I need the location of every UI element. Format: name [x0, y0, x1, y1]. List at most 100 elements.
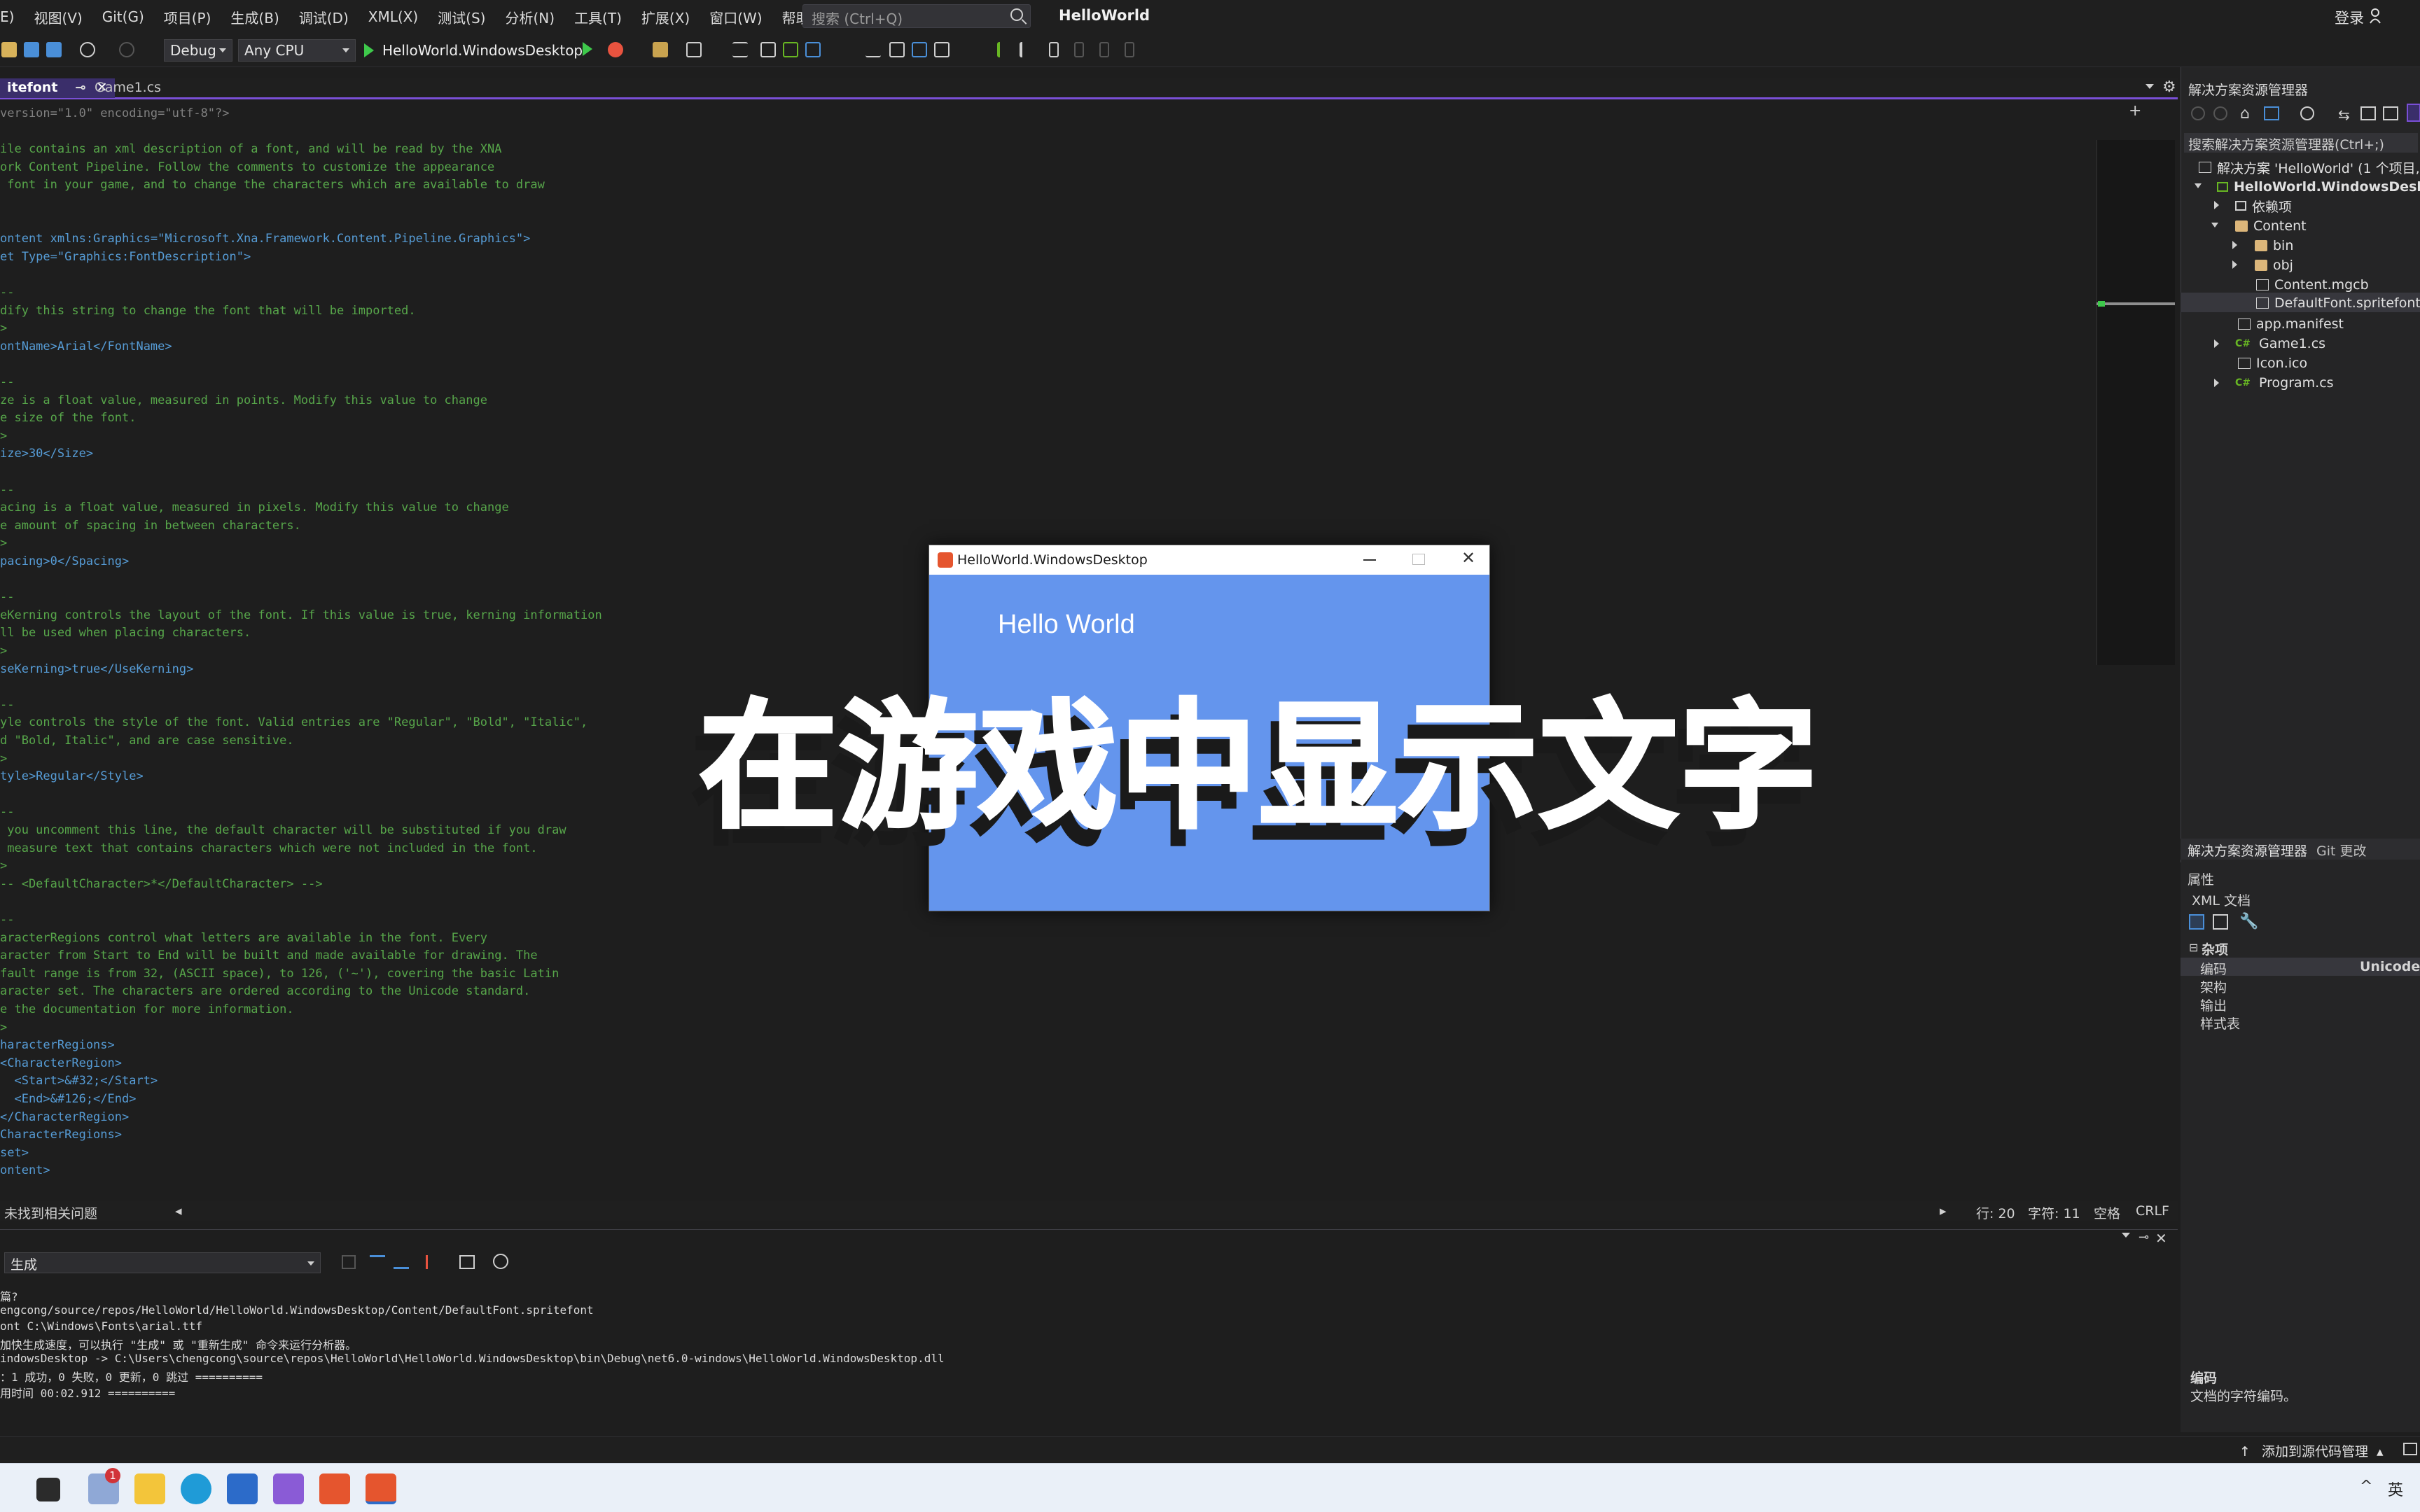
code-line[interactable]: <End>&#126;</End> — [0, 1092, 136, 1106]
tree-program-cs[interactable]: C# Program.cs — [2235, 374, 2334, 392]
split-add-icon[interactable]: + — [2129, 102, 2141, 120]
pin-icon[interactable]: ⊸ — [75, 80, 86, 95]
code-line[interactable]: -- — [0, 590, 14, 604]
copy-icon[interactable] — [2383, 106, 2398, 120]
property-value[interactable]: Unicode ( — [2360, 959, 2420, 974]
redo-icon[interactable] — [119, 42, 134, 57]
tab-overflow-icon[interactable] — [2146, 84, 2154, 89]
tree-solution[interactable]: 解决方案 'HelloWorld' (1 个项目, — [2199, 158, 2420, 176]
output-line[interactable]: 用时间 00:02.912 ========== — [0, 1384, 175, 1401]
output-line[interactable]: 加快生成速度，可以执行 "生成" 或 "重新生成" 命令来运行分析器。 — [0, 1336, 356, 1352]
close-icon[interactable]: ✕ — [2155, 1230, 2167, 1247]
tree-project[interactable]: HelloWorld.WindowsDeskto — [2217, 178, 2420, 196]
game-app-active-icon[interactable] — [366, 1474, 396, 1504]
word-wrap-icon[interactable] — [459, 1255, 475, 1269]
properties-icon[interactable] — [2407, 104, 2420, 122]
next-message-icon[interactable] — [394, 1255, 409, 1269]
code-line[interactable]: > — [0, 429, 7, 443]
tree-defaultfont-spritefont[interactable]: DefaultFont.spritefont — [2256, 294, 2420, 312]
store-icon[interactable] — [227, 1474, 258, 1504]
code-line[interactable]: e the documentation for more information… — [0, 1002, 294, 1016]
code-line[interactable]: aracterRegions control what letters are … — [0, 931, 487, 945]
config-dropdown[interactable]: Debug — [164, 39, 232, 62]
source-control-button[interactable]: ↑ 添加到源代码管理 ▴ — [2239, 1441, 2384, 1460]
property-name[interactable]: 样式表 — [2200, 1014, 2240, 1032]
tab-solution-explorer[interactable]: 解决方案资源管理器 — [2188, 841, 2307, 860]
chevron-right-icon[interactable] — [2232, 241, 2237, 249]
code-line[interactable]: measure text that contains characters wh… — [0, 841, 537, 855]
file-explorer-icon[interactable] — [134, 1474, 165, 1504]
menu-view[interactable]: 视图(V) — [24, 7, 92, 27]
tree-bin-folder[interactable]: bin — [2255, 237, 2293, 255]
code-line[interactable]: you uncomment this line, the default cha… — [0, 823, 566, 837]
pin-icon[interactable]: ⊸ — [2139, 1230, 2149, 1245]
login-link[interactable]: 登录 — [2335, 7, 2364, 28]
indent-icon[interactable] — [997, 42, 1013, 57]
tab-game1-cs[interactable]: Game1.cs — [88, 78, 168, 98]
chevron-down-icon[interactable] — [2211, 223, 2218, 227]
collapse-icon[interactable] — [2360, 106, 2376, 120]
code-line[interactable]: version="1.0" encoding="utf-8"?> — [0, 106, 230, 120]
find-message-icon[interactable] — [342, 1255, 356, 1269]
code-line[interactable]: tyle>Regular</Style> — [0, 769, 144, 783]
back-icon[interactable] — [2191, 106, 2205, 120]
property-row[interactable]: 编码 Unicode ( — [2181, 958, 2420, 977]
person-icon[interactable] — [2370, 8, 2382, 24]
code-line[interactable]: > — [0, 536, 7, 550]
home-icon[interactable]: ⌂ — [2240, 105, 2250, 122]
issues-status[interactable]: 未找到相关问题 — [4, 1203, 97, 1222]
code-line[interactable]: e size of the font. — [0, 411, 136, 425]
code-line[interactable]: <Start>&#32;</Start> — [0, 1074, 158, 1088]
code-line[interactable]: eKerning controls the layout of the font… — [0, 608, 602, 622]
code-line[interactable]: acing is a float value, measured in pixe… — [0, 500, 509, 514]
whitespace-indicator[interactable]: 空格 — [2094, 1203, 2120, 1222]
output-line[interactable]: engcong/source/repos/HelloWorld/HelloWor… — [0, 1303, 594, 1317]
format-icon[interactable] — [889, 42, 905, 57]
tree-content-folder[interactable]: Content — [2235, 217, 2307, 235]
chevron-up-icon[interactable]: ^ — [2360, 1478, 2372, 1495]
chevron-down-icon[interactable] — [2195, 183, 2202, 188]
bookmark-next-icon[interactable] — [1099, 42, 1109, 57]
bookmark-clear-icon[interactable] — [1125, 42, 1134, 57]
code-line[interactable]: dify this string to change the font that… — [0, 304, 416, 318]
open-folder-icon[interactable] — [1, 42, 17, 57]
prev-message-icon[interactable] — [370, 1255, 385, 1269]
chevron-right-icon[interactable] — [2214, 201, 2219, 209]
code-line[interactable]: pacing>0</Spacing> — [0, 554, 129, 568]
ime-indicator[interactable]: 英 — [2388, 1478, 2403, 1500]
code-line[interactable]: seKerning>true</UseKerning> — [0, 662, 193, 676]
code-line[interactable]: e amount of spacing in between character… — [0, 519, 301, 533]
output-line[interactable]: ：1 成功，0 失败，0 更新，0 跳过 ========== — [0, 1368, 263, 1385]
code-line[interactable]: et Type="Graphics:FontDescription"> — [0, 250, 251, 264]
code-line[interactable]: fault range is from 32, (ASCII space), t… — [0, 967, 559, 981]
output-line[interactable]: ont C:\Windows\Fonts\arial.ttf — [0, 1320, 202, 1333]
history-icon[interactable] — [2300, 106, 2314, 120]
col-indicator[interactable]: 字符: 11 — [2028, 1203, 2080, 1222]
code-line[interactable]: -- — [0, 286, 14, 300]
code-line[interactable]: d "Bold, Italic", and are case sensitive… — [0, 734, 294, 748]
code-line[interactable]: aracter set. The characters are ordered … — [0, 984, 530, 998]
tab-git-changes[interactable]: Git 更改 — [2316, 841, 2367, 860]
menu-tools[interactable]: 工具(T) — [564, 7, 632, 27]
menu-project[interactable]: 项目(P) — [154, 7, 221, 27]
code-line[interactable]: ontName>Arial</FontName> — [0, 340, 172, 354]
edge-browser-icon[interactable] — [181, 1474, 211, 1504]
wrench-icon[interactable]: 🔧 — [2239, 913, 2258, 930]
switch-view-icon[interactable] — [2264, 106, 2279, 120]
code-line[interactable]: -- — [0, 483, 14, 497]
categorized-icon[interactable] — [2189, 914, 2204, 930]
game-window-titlebar[interactable]: HelloWorld.WindowsDesktop ✕ — [929, 545, 1489, 575]
code-line[interactable]: set> — [0, 1146, 29, 1160]
search-input[interactable]: 搜索 (Ctrl+Q) — [802, 4, 1031, 28]
code-line[interactable]: CharacterRegions> — [0, 1128, 122, 1142]
save-icon[interactable] — [24, 42, 39, 57]
chevron-right-icon[interactable] — [2214, 340, 2219, 348]
menu-xml[interactable]: XML(X) — [359, 8, 428, 25]
panel-menu-icon[interactable] — [2122, 1233, 2130, 1238]
solution-search-input[interactable]: 搜索解决方案资源管理器(Ctrl+;) — [2184, 133, 2418, 153]
code-line[interactable]: > — [0, 1021, 7, 1035]
code-line[interactable]: ontent> — [0, 1163, 50, 1177]
code-line[interactable]: aracter from Start to End will be built … — [0, 948, 538, 962]
game-app-icon[interactable] — [319, 1474, 350, 1504]
minimize-icon[interactable] — [1363, 559, 1376, 561]
